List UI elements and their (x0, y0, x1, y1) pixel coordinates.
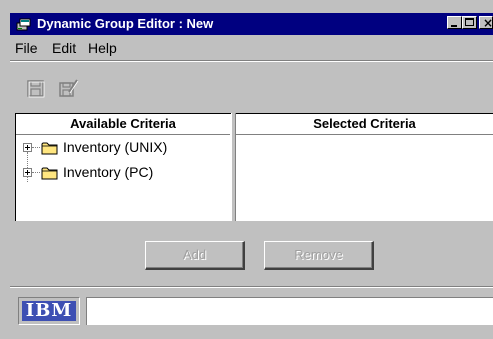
selected-criteria-header: Selected Criteria (236, 114, 493, 134)
save-as-button[interactable] (57, 78, 79, 100)
close-icon: × (483, 16, 493, 30)
tree-connector (27, 152, 28, 182)
criteria-panel: Available Criteria Inventory (UNIX) Inve… (15, 113, 493, 221)
maximize-button[interactable] (462, 16, 477, 29)
close-button[interactable]: × (479, 16, 493, 30)
remove-button[interactable]: Remove (264, 241, 374, 270)
menu-file[interactable]: File (15, 40, 38, 56)
menu-bar: File Edit Help (10, 37, 493, 58)
status-divider (10, 286, 493, 288)
status-message-field (86, 297, 493, 325)
header-divider (16, 134, 230, 135)
title-bar[interactable]: Dynamic Group Editor : New × (10, 13, 493, 35)
expand-icon[interactable] (23, 168, 32, 177)
menu-help[interactable]: Help (88, 40, 117, 56)
minimize-button[interactable] (447, 16, 462, 29)
save-as-icon (59, 79, 79, 97)
header-divider (236, 134, 493, 135)
folder-icon (41, 166, 59, 180)
ibm-logo: IBM (18, 297, 80, 325)
available-criteria-header: Available Criteria (16, 114, 230, 134)
add-button[interactable]: Add (145, 241, 245, 270)
expand-icon[interactable] (23, 143, 32, 152)
tree-connector (32, 172, 40, 173)
tree-connector (32, 147, 40, 148)
status-bar: IBM (10, 286, 493, 339)
toolbar (10, 60, 493, 112)
toolbar-divider (10, 60, 493, 62)
tree-item-label: Inventory (UNIX) (63, 139, 168, 155)
save-icon (27, 80, 45, 98)
tree-item-label: Inventory (PC) (63, 164, 154, 180)
save-button[interactable] (25, 78, 47, 100)
window-title: Dynamic Group Editor : New (37, 16, 214, 31)
group-editor-icon[interactable] (16, 16, 32, 32)
folder-icon (41, 141, 59, 155)
dynamic-group-editor-window: Dynamic Group Editor : New × File Edit H… (0, 0, 493, 339)
selected-criteria-pane[interactable]: Selected Criteria (236, 113, 493, 221)
available-criteria-pane: Available Criteria Inventory (UNIX) Inve… (15, 113, 231, 221)
menu-edit[interactable]: Edit (52, 40, 76, 56)
ibm-logo-text: IBM (22, 301, 76, 321)
